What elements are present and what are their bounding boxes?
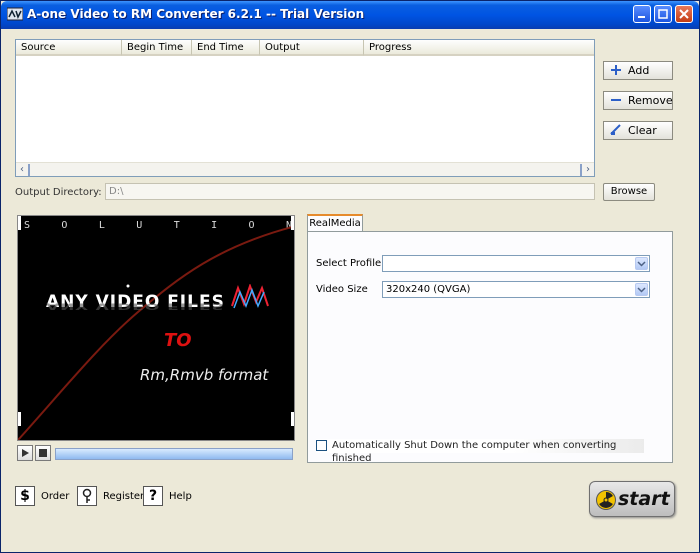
main-panel: Source Begin Time End Time Output Progre… bbox=[5, 29, 695, 549]
chevron-down-icon[interactable] bbox=[635, 283, 648, 296]
file-list-header: Source Begin Time End Time Output Progre… bbox=[16, 40, 594, 56]
play-button[interactable] bbox=[17, 445, 33, 461]
output-directory-field[interactable]: D:\ bbox=[105, 183, 595, 200]
tab-realmedia[interactable]: RealMedia bbox=[307, 214, 363, 232]
minimize-button[interactable] bbox=[633, 5, 651, 23]
column-header-end-time[interactable]: End Time bbox=[192, 40, 260, 56]
clear-button-label: Clear bbox=[628, 124, 657, 137]
stop-icon bbox=[39, 449, 47, 457]
dollar-icon: $ bbox=[15, 486, 35, 506]
chevron-down-icon[interactable] bbox=[635, 257, 648, 270]
select-profile-label: Select Profile: bbox=[316, 258, 385, 269]
key-icon bbox=[77, 486, 97, 506]
start-label: start bbox=[618, 488, 670, 510]
app-icon bbox=[7, 7, 23, 21]
video-size-value: 320x240 (QVGA) bbox=[386, 284, 471, 295]
crop-marker-bottom-left bbox=[18, 412, 21, 426]
player-controls bbox=[17, 445, 295, 463]
browse-button[interactable]: Browse bbox=[603, 183, 655, 201]
wave-logo-icon bbox=[231, 284, 269, 309]
scroll-left-icon[interactable]: ‹ bbox=[16, 164, 28, 176]
stop-button[interactable] bbox=[35, 445, 51, 461]
preview-format: Rm,Rmvb format bbox=[140, 366, 269, 384]
maximize-button[interactable] bbox=[654, 5, 672, 23]
play-icon bbox=[22, 449, 29, 457]
file-list[interactable]: Source Begin Time End Time Output Progre… bbox=[15, 39, 595, 177]
clear-button[interactable]: Clear bbox=[603, 121, 673, 140]
video-preview: S O L U T I O N ANY VIDEO FILES ANY VIDE… bbox=[17, 215, 295, 441]
question-icon: ? bbox=[143, 486, 163, 506]
scroll-thumb[interactable] bbox=[28, 164, 582, 176]
minus-icon bbox=[611, 99, 621, 101]
remove-button[interactable]: Remove bbox=[603, 91, 673, 110]
window-title: A-one Video to RM Converter 6.2.1 -- Tri… bbox=[27, 7, 365, 21]
add-button-label: Add bbox=[628, 64, 650, 77]
settings-panel: Select Profile: Video Size 320x240 (QVGA… bbox=[307, 231, 673, 464]
output-directory-label: Output Directory: bbox=[15, 187, 102, 198]
column-header-output[interactable]: Output bbox=[260, 40, 364, 56]
close-icon bbox=[679, 9, 689, 19]
video-size-label: Video Size bbox=[316, 284, 368, 295]
horizontal-scrollbar[interactable]: ‹ › bbox=[16, 162, 594, 176]
shutdown-option[interactable]: Automatically Shut Down the computer whe… bbox=[316, 439, 644, 464]
crop-marker-top-right bbox=[291, 216, 294, 230]
shutdown-checkbox[interactable] bbox=[316, 440, 327, 451]
maximize-icon bbox=[658, 9, 668, 19]
shutdown-label: Automatically Shut Down the computer whe… bbox=[332, 440, 617, 464]
preview-curve bbox=[18, 225, 294, 440]
radiation-icon bbox=[596, 490, 616, 510]
video-size-select[interactable]: 320x240 (QVGA) bbox=[382, 281, 650, 298]
register-label: Register bbox=[103, 491, 145, 502]
title-bar[interactable]: A-one Video to RM Converter 6.2.1 -- Tri… bbox=[1, 1, 699, 29]
clear-icon bbox=[610, 124, 621, 135]
close-button[interactable] bbox=[675, 5, 693, 23]
remove-button-label: Remove bbox=[628, 94, 673, 107]
order-label: Order bbox=[41, 491, 70, 502]
column-header-progress[interactable]: Progress bbox=[364, 40, 594, 56]
minimize-icon bbox=[638, 16, 645, 18]
app-window: A-one Video to RM Converter 6.2.1 -- Tri… bbox=[0, 0, 700, 553]
plus-icon bbox=[611, 65, 621, 75]
preview-headline-reflection: ANY VIDEO FILES bbox=[46, 301, 225, 311]
column-header-begin-time[interactable]: Begin Time bbox=[122, 40, 192, 56]
crop-marker-top-left bbox=[18, 216, 21, 230]
profile-select[interactable] bbox=[382, 255, 650, 272]
preview-to: TO bbox=[164, 330, 192, 351]
crop-marker-bottom-right bbox=[291, 412, 294, 426]
start-button[interactable]: start bbox=[589, 481, 675, 517]
help-label: Help bbox=[169, 491, 192, 502]
add-button[interactable]: Add bbox=[603, 61, 673, 80]
scroll-right-icon[interactable]: › bbox=[582, 164, 594, 176]
playback-slider[interactable] bbox=[55, 448, 293, 460]
column-header-source[interactable]: Source bbox=[16, 40, 122, 56]
